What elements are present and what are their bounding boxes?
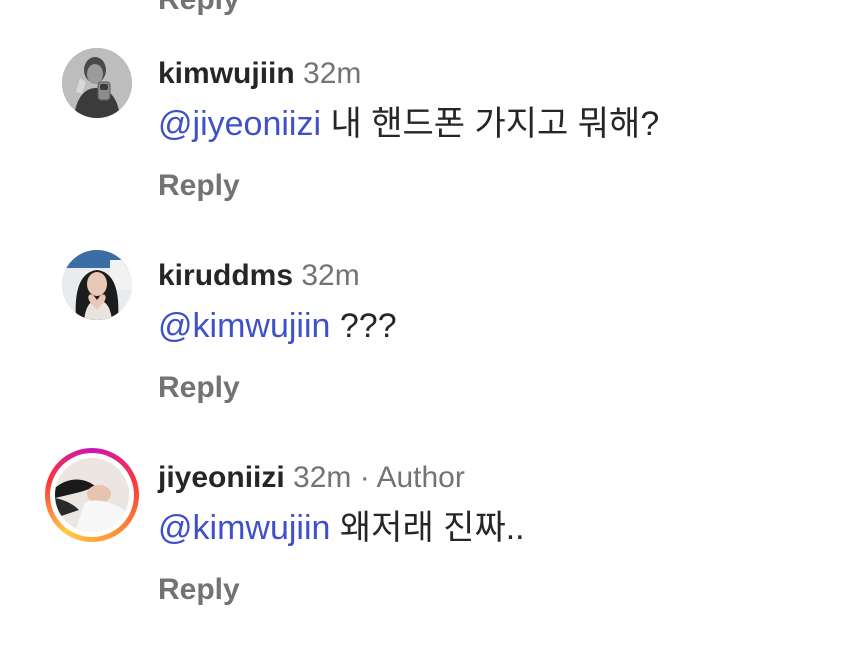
username[interactable]: kiruddms bbox=[158, 259, 293, 292]
timestamp: 32m bbox=[293, 461, 352, 494]
mention-link[interactable]: @jiyeoniizi bbox=[158, 105, 321, 143]
avatar[interactable] bbox=[62, 48, 132, 118]
story-ring-avatar[interactable] bbox=[45, 448, 139, 542]
comment-thread: Reply kimwujiin 32m @jiyeoniizi 내 핸드폰 가지… bbox=[0, 0, 846, 622]
mention-link[interactable]: @kimwujiin bbox=[158, 509, 330, 547]
mention-link[interactable]: @kimwujiin bbox=[158, 307, 330, 345]
meta-separator: · bbox=[359, 461, 370, 494]
reply-button[interactable]: Reply bbox=[158, 572, 240, 608]
timestamp: 32m bbox=[301, 259, 360, 292]
comment-text: 왜저래 진짜.. bbox=[339, 509, 525, 547]
comment-meta: kiruddms 32m bbox=[158, 258, 360, 294]
comment-body: @jiyeoniizi 내 핸드폰 가지고 뭐해? bbox=[158, 104, 659, 144]
comment-meta: kimwujiin 32m bbox=[158, 56, 361, 92]
comment-item: kimwujiin 32m @jiyeoniizi 내 핸드폰 가지고 뭐해? … bbox=[0, 48, 846, 248]
comment-meta: jiyeoniizi 32m · Author bbox=[158, 460, 465, 496]
username[interactable]: kimwujiin bbox=[158, 57, 295, 90]
avatar bbox=[55, 458, 129, 532]
reply-button[interactable]: Reply bbox=[158, 168, 240, 204]
reply-button[interactable]: Reply bbox=[158, 0, 240, 18]
comment-item: kiruddms 32m @kimwujiin ??? Reply bbox=[0, 250, 846, 450]
comment-body: @kimwujiin ??? bbox=[158, 306, 397, 346]
comment-text: 내 핸드폰 가지고 뭐해? bbox=[330, 105, 660, 143]
reply-button[interactable]: Reply bbox=[158, 370, 240, 406]
author-badge: Author bbox=[376, 461, 465, 494]
avatar[interactable] bbox=[62, 250, 132, 320]
comment-text: ??? bbox=[339, 307, 397, 345]
timestamp: 32m bbox=[303, 57, 362, 90]
comment-item: jiyeoniizi 32m · Author @kimwujiin 왜저래 진… bbox=[0, 448, 846, 652]
username[interactable]: jiyeoniizi bbox=[158, 461, 285, 494]
comment-body: @kimwujiin 왜저래 진짜.. bbox=[158, 508, 525, 548]
